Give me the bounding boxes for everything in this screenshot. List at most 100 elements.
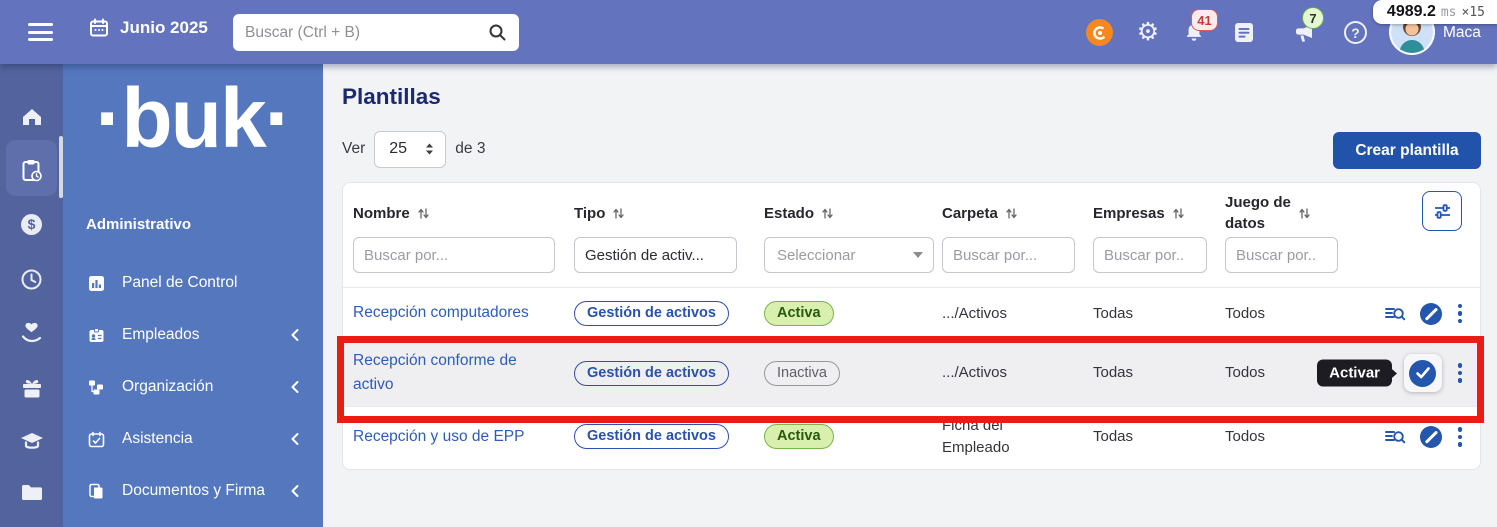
- search-input[interactable]: [245, 24, 488, 42]
- caret-down-icon: [913, 252, 923, 258]
- calendar-icon: [88, 17, 110, 39]
- help-icon[interactable]: ?: [1344, 21, 1367, 44]
- sort-icon: [612, 207, 625, 220]
- activate-tooltip: Activar: [1317, 360, 1392, 387]
- sort-icon: [1298, 207, 1311, 220]
- app-screen: Junio 2025 ⚙ 41 7 ? Maca 4989.2: [0, 0, 1497, 527]
- folder-cell: .../Activos: [942, 364, 1007, 381]
- rail-home-icon[interactable]: [0, 103, 63, 131]
- debug-ms-value: 4989.2: [1387, 3, 1436, 21]
- type-badge: Gestión de activos: [574, 301, 729, 326]
- sidebar-item-label: Asistencia: [122, 430, 193, 448]
- filter-carpeta-input[interactable]: [942, 237, 1075, 273]
- sidebar-item-organizacion[interactable]: Organización: [63, 361, 323, 413]
- rail-administrativo-clipboard-icon[interactable]: [0, 156, 63, 184]
- column-header-empresas[interactable]: Empresas: [1093, 205, 1225, 222]
- column-header-tipo[interactable]: Tipo: [574, 205, 764, 222]
- performance-debug-chip: 4989.2 ms ×15: [1373, 0, 1497, 24]
- row-menu-kebab-icon[interactable]: [1456, 361, 1465, 385]
- debug-multiplier: ×15: [1462, 5, 1485, 20]
- type-badge: Gestión de activos: [574, 424, 729, 449]
- chevron-left-icon: [289, 328, 301, 342]
- rail-remuneraciones-dollar-icon[interactable]: $: [0, 210, 63, 238]
- create-template-button[interactable]: Crear plantilla: [1333, 132, 1481, 169]
- companies-cell: Todas: [1093, 428, 1133, 445]
- search-icon: [488, 23, 507, 42]
- view-label: Ver: [342, 140, 365, 158]
- bar-chart-icon: [88, 275, 105, 292]
- announcements-count-badge: 7: [1302, 7, 1324, 29]
- templates-table: Nombre Tipo Estado Carpeta Empresas: [342, 182, 1481, 470]
- notes-document-icon[interactable]: [1233, 21, 1255, 44]
- chevron-left-icon: [289, 380, 301, 394]
- column-header-estado[interactable]: Estado: [764, 205, 942, 222]
- table-filter-row: Seleccionar: [343, 235, 1480, 287]
- topbar: Junio 2025 ⚙ 41 7 ? Maca: [0, 0, 1497, 64]
- filter-estado-select[interactable]: Seleccionar: [764, 237, 934, 273]
- column-header-juego-de-datos[interactable]: Juego de datos: [1225, 192, 1339, 234]
- buk-assistant-icon[interactable]: [1086, 19, 1113, 46]
- row-menu-kebab-icon[interactable]: [1456, 425, 1465, 449]
- chevron-left-icon: [289, 432, 301, 446]
- row-menu-kebab-icon[interactable]: [1456, 302, 1465, 326]
- activate-button[interactable]: [1404, 354, 1442, 392]
- org-chart-icon: [88, 379, 105, 396]
- preview-search-icon[interactable]: [1383, 303, 1406, 325]
- sidebar-menu: Panel de Control Empleados Organización: [63, 257, 323, 517]
- deactivate-icon[interactable]: [1420, 426, 1442, 448]
- documents-icon: [88, 483, 105, 500]
- preview-search-icon[interactable]: [1383, 426, 1406, 448]
- calendar-check-icon: [88, 431, 105, 448]
- page-size-select[interactable]: 25: [374, 131, 446, 168]
- dataset-cell: Todos: [1225, 364, 1265, 381]
- filter-juego-input[interactable]: [1225, 237, 1338, 273]
- period-selector[interactable]: Junio 2025: [88, 17, 208, 39]
- sidebar-item-panel-de-control[interactable]: Panel de Control: [63, 257, 323, 309]
- companies-cell: Todas: [1093, 305, 1133, 322]
- sidebar-item-asistencia[interactable]: Asistencia: [63, 413, 323, 465]
- sidebar-item-empleados[interactable]: Empleados: [63, 309, 323, 361]
- folder-cell: .../Activos: [942, 305, 1007, 322]
- chevron-left-icon: [289, 484, 301, 498]
- column-header-carpeta[interactable]: Carpeta: [942, 205, 1093, 222]
- sidebar-icon-rail: $: [0, 64, 63, 527]
- filter-nombre-input[interactable]: [353, 237, 555, 273]
- status-badge: Inactiva: [764, 361, 840, 386]
- buk-logo: ·buk·: [63, 70, 323, 166]
- status-badge: Activa: [764, 424, 834, 449]
- column-settings-button[interactable]: [1422, 191, 1462, 231]
- template-link[interactable]: Recepción computadores: [353, 301, 529, 325]
- hamburger-menu-icon[interactable]: [28, 23, 53, 41]
- page-size-value: 25: [389, 140, 407, 158]
- total-count-label: de 3: [455, 140, 485, 158]
- sidebar-item-label: Panel de Control: [122, 274, 237, 292]
- sidebar-item-label: Organización: [122, 378, 213, 396]
- rail-capacitacion-graduation-icon[interactable]: [0, 428, 63, 456]
- table-header-row: Nombre Tipo Estado Carpeta Empresas: [343, 183, 1480, 235]
- settings-gear-icon[interactable]: ⚙: [1134, 17, 1162, 47]
- template-link[interactable]: Recepción conforme de activo: [353, 349, 533, 397]
- sort-icon: [1172, 207, 1185, 220]
- sort-icon: [417, 207, 430, 220]
- status-badge: Activa: [764, 301, 834, 326]
- table-row: Recepción y uso de EPP Gestión de activo…: [343, 406, 1480, 467]
- rail-bienestar-hand-heart-icon[interactable]: [0, 318, 63, 346]
- sidebar-item-documentos-y-firma[interactable]: Documentos y Firma: [63, 465, 323, 517]
- template-link[interactable]: Recepción y uso de EPP: [353, 425, 524, 449]
- rail-beneficios-gift-icon[interactable]: [0, 373, 63, 401]
- sidebar-item-label: Empleados: [122, 326, 200, 344]
- table-row: Recepción conforme de activo Gestión de …: [343, 339, 1480, 406]
- column-header-nombre[interactable]: Nombre: [353, 205, 574, 222]
- rail-documentos-folder-icon[interactable]: [0, 478, 63, 506]
- page-title: Plantillas: [342, 84, 1497, 110]
- debug-ms-unit: ms: [1441, 5, 1457, 20]
- dataset-cell: Todos: [1225, 305, 1265, 322]
- sidebar-item-label: Documentos y Firma: [122, 482, 265, 500]
- notifications-count-badge: 41: [1191, 9, 1218, 31]
- filter-tipo-input[interactable]: [574, 237, 737, 273]
- rail-asistencia-clock-icon[interactable]: [0, 265, 63, 293]
- filter-empresas-input[interactable]: [1093, 237, 1207, 273]
- deactivate-icon[interactable]: [1420, 303, 1442, 325]
- main-content: Plantillas Ver 25 de 3 Crear plantilla N…: [323, 64, 1497, 527]
- global-search: [233, 14, 519, 51]
